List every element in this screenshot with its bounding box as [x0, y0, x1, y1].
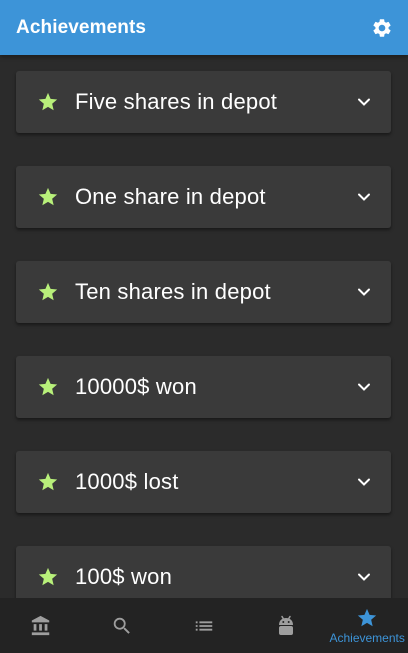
achievement-item[interactable]: 1000$ lost	[16, 451, 391, 513]
chevron-down-icon[interactable]	[357, 287, 371, 297]
list-icon	[195, 620, 213, 631]
nav-item-list[interactable]	[163, 598, 245, 653]
achievement-item[interactable]: One share in depot	[16, 166, 391, 228]
achievements-list: Five shares in depot One share in depot …	[0, 55, 408, 598]
star-icon	[38, 282, 58, 301]
achievement-label: 10000$ won	[75, 374, 197, 399]
achievement-item[interactable]: 100$ won	[16, 546, 391, 598]
achievement-label: One share in depot	[75, 184, 266, 209]
star-icon	[38, 92, 58, 111]
achievement-label: 1000$ lost	[75, 469, 179, 494]
app-root: Achievements Five shares in depot One sh…	[0, 0, 408, 653]
achievement-item[interactable]: 10000$ won	[16, 356, 391, 418]
page-title: Achievements	[16, 16, 147, 38]
app-bar: Achievements	[0, 0, 408, 55]
star-icon	[38, 187, 58, 206]
nav-item-label: Achievements	[329, 630, 405, 645]
chevron-down-icon[interactable]	[357, 477, 371, 487]
settings-button[interactable]	[370, 16, 394, 40]
achievement-item[interactable]: Ten shares in depot	[16, 261, 391, 323]
nav-item-depot[interactable]	[0, 598, 82, 653]
android-icon	[278, 615, 293, 635]
bank-icon	[31, 615, 50, 635]
chevron-down-icon[interactable]	[357, 382, 371, 392]
chevron-down-icon[interactable]	[357, 97, 371, 107]
star-icon	[38, 377, 58, 396]
nav-item-search[interactable]	[82, 598, 164, 653]
achievement-item[interactable]: Five shares in depot	[16, 71, 391, 133]
achievement-label: Five shares in depot	[75, 89, 278, 114]
nav-item-achievements[interactable]: Achievements	[326, 598, 408, 653]
chevron-down-icon[interactable]	[357, 572, 371, 582]
bottom-navigation: Achievements	[0, 598, 408, 653]
chevron-down-icon[interactable]	[357, 192, 371, 202]
star-icon	[38, 567, 58, 586]
achievement-label: 100$ won	[75, 564, 173, 589]
achievement-label: Ten shares in depot	[75, 279, 271, 304]
nav-item-android[interactable]	[245, 598, 327, 653]
search-icon	[114, 617, 131, 634]
gear-icon	[373, 18, 391, 37]
star-icon	[38, 472, 58, 491]
star-icon	[358, 608, 377, 626]
